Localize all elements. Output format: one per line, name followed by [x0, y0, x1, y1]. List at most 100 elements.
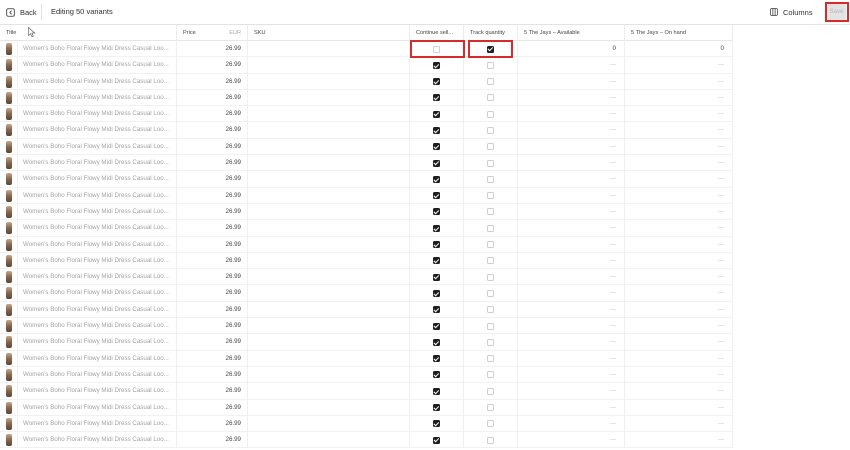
title-cell[interactable]: Women's Boho Floral Flowy Midi Dress Cas… [18, 203, 177, 221]
table-row[interactable]: Women's Boho Floral Flowy Midi Dress Cas… [0, 318, 733, 335]
table-row[interactable]: Women's Boho Floral Flowy Midi Dress Cas… [0, 432, 733, 449]
continue-selling-checkbox[interactable] [433, 436, 440, 444]
on-hand-cell[interactable]: — [625, 89, 733, 107]
title-cell[interactable]: Women's Boho Floral Flowy Midi Dress Cas… [18, 41, 177, 58]
available-cell[interactable]: — [518, 155, 625, 172]
on-hand-cell[interactable]: — [625, 106, 733, 123]
title-cell[interactable]: Women's Boho Floral Flowy Midi Dress Cas… [18, 383, 177, 400]
available-cell[interactable]: — [518, 106, 625, 123]
continue-selling-checkbox[interactable] [433, 126, 440, 134]
on-hand-cell[interactable]: — [625, 334, 733, 351]
header-on-hand[interactable]: 5 The Jays – On hand [625, 25, 733, 41]
sku-cell[interactable] [248, 301, 410, 319]
table-row[interactable]: Women's Boho Floral Flowy Midi Dress Cas… [0, 350, 733, 367]
available-cell[interactable]: — [518, 383, 625, 400]
price-cell[interactable]: 26.99 [177, 203, 248, 221]
available-cell[interactable]: — [518, 89, 625, 107]
sku-cell[interactable] [248, 269, 410, 286]
header-continue-selling[interactable]: Continue sell... [410, 25, 464, 41]
back-button[interactable]: Back [6, 4, 37, 20]
sku-cell[interactable] [248, 155, 410, 172]
available-cell[interactable]: — [518, 187, 625, 204]
header-title[interactable]: Title [0, 25, 177, 41]
table-row[interactable]: Women's Boho Floral Flowy Midi Dress Cas… [0, 269, 733, 286]
table-row[interactable]: Women's Boho Floral Flowy Midi Dress Cas… [0, 73, 733, 90]
title-cell[interactable]: Women's Boho Floral Flowy Midi Dress Cas… [18, 122, 177, 139]
columns-button[interactable]: Columns [770, 4, 813, 20]
on-hand-cell[interactable]: — [625, 57, 733, 74]
header-track-quantity[interactable]: Track quantity [464, 25, 518, 41]
table-row[interactable]: Women's Boho Floral Flowy Midi Dress Cas… [0, 89, 733, 107]
available-cell[interactable]: — [518, 415, 625, 433]
track-quantity-checkbox[interactable] [487, 322, 494, 330]
on-hand-cell[interactable]: — [625, 269, 733, 286]
title-cell[interactable]: Women's Boho Floral Flowy Midi Dress Cas… [18, 399, 177, 416]
table-row[interactable]: Women's Boho Floral Flowy Midi Dress Cas… [0, 187, 733, 204]
continue-selling-checkbox[interactable] [433, 322, 440, 330]
track-quantity-checkbox[interactable] [487, 257, 494, 265]
sku-cell[interactable] [248, 203, 410, 221]
price-cell[interactable]: 26.99 [177, 252, 248, 270]
title-cell[interactable]: Women's Boho Floral Flowy Midi Dress Cas… [18, 366, 177, 384]
title-cell[interactable]: Women's Boho Floral Flowy Midi Dress Cas… [18, 171, 177, 188]
sku-cell[interactable] [248, 106, 410, 123]
continue-selling-checkbox[interactable] [433, 110, 440, 118]
sku-cell[interactable] [248, 41, 410, 58]
price-cell[interactable]: 26.99 [177, 318, 248, 335]
sku-cell[interactable] [248, 236, 410, 253]
title-cell[interactable]: Women's Boho Floral Flowy Midi Dress Cas… [18, 432, 177, 449]
price-cell[interactable]: 26.99 [177, 415, 248, 433]
track-quantity-checkbox[interactable] [487, 289, 494, 297]
available-cell[interactable]: — [518, 334, 625, 351]
continue-selling-checkbox[interactable] [433, 273, 440, 281]
title-cell[interactable]: Women's Boho Floral Flowy Midi Dress Cas… [18, 220, 177, 237]
price-cell[interactable]: 26.99 [177, 89, 248, 107]
continue-selling-checkbox[interactable] [433, 387, 440, 395]
on-hand-cell[interactable]: — [625, 122, 733, 139]
price-cell[interactable]: 26.99 [177, 73, 248, 90]
track-quantity-checkbox[interactable] [487, 273, 494, 281]
sku-cell[interactable] [248, 350, 410, 367]
on-hand-cell[interactable]: — [625, 301, 733, 319]
continue-selling-checkbox[interactable] [433, 420, 440, 428]
on-hand-cell[interactable]: — [625, 187, 733, 204]
continue-selling-checkbox[interactable] [433, 159, 440, 167]
continue-selling-checkbox[interactable] [433, 241, 440, 249]
price-cell[interactable]: 26.99 [177, 138, 248, 156]
table-row[interactable]: Women's Boho Floral Flowy Midi Dress Cas… [0, 366, 733, 384]
track-quantity-checkbox[interactable] [487, 355, 494, 363]
track-quantity-checkbox[interactable] [487, 126, 494, 134]
title-cell[interactable]: Women's Boho Floral Flowy Midi Dress Cas… [18, 318, 177, 335]
on-hand-cell[interactable]: — [625, 73, 733, 90]
track-quantity-checkbox[interactable] [487, 192, 494, 200]
available-cell[interactable]: — [518, 122, 625, 139]
on-hand-cell[interactable]: — [625, 155, 733, 172]
continue-selling-checkbox[interactable] [433, 257, 440, 265]
track-quantity-checkbox[interactable] [487, 94, 494, 102]
price-cell[interactable]: 26.99 [177, 57, 248, 74]
table-row[interactable]: Women's Boho Floral Flowy Midi Dress Cas… [0, 138, 733, 156]
table-row[interactable]: Women's Boho Floral Flowy Midi Dress Cas… [0, 41, 733, 58]
price-cell[interactable]: 26.99 [177, 383, 248, 400]
table-row[interactable]: Women's Boho Floral Flowy Midi Dress Cas… [0, 383, 733, 400]
available-cell[interactable]: — [518, 350, 625, 367]
on-hand-cell[interactable]: — [625, 399, 733, 416]
price-cell[interactable]: 26.99 [177, 122, 248, 139]
track-quantity-checkbox[interactable] [487, 420, 494, 428]
title-cell[interactable]: Women's Boho Floral Flowy Midi Dress Cas… [18, 301, 177, 319]
continue-selling-checkbox[interactable] [433, 306, 440, 314]
track-quantity-checkbox[interactable] [487, 241, 494, 249]
continue-selling-checkbox[interactable] [433, 338, 440, 346]
price-cell[interactable]: 26.99 [177, 106, 248, 123]
table-row[interactable]: Women's Boho Floral Flowy Midi Dress Cas… [0, 220, 733, 237]
price-cell[interactable]: 26.99 [177, 301, 248, 319]
sku-cell[interactable] [248, 73, 410, 90]
price-cell[interactable]: 26.99 [177, 220, 248, 237]
table-row[interactable]: Women's Boho Floral Flowy Midi Dress Cas… [0, 155, 733, 172]
track-quantity-checkbox[interactable] [487, 143, 494, 151]
available-cell[interactable]: — [518, 57, 625, 74]
track-quantity-checkbox[interactable] [487, 61, 494, 69]
available-cell[interactable]: — [518, 220, 625, 237]
price-cell[interactable]: 26.99 [177, 350, 248, 367]
sku-cell[interactable] [248, 138, 410, 156]
